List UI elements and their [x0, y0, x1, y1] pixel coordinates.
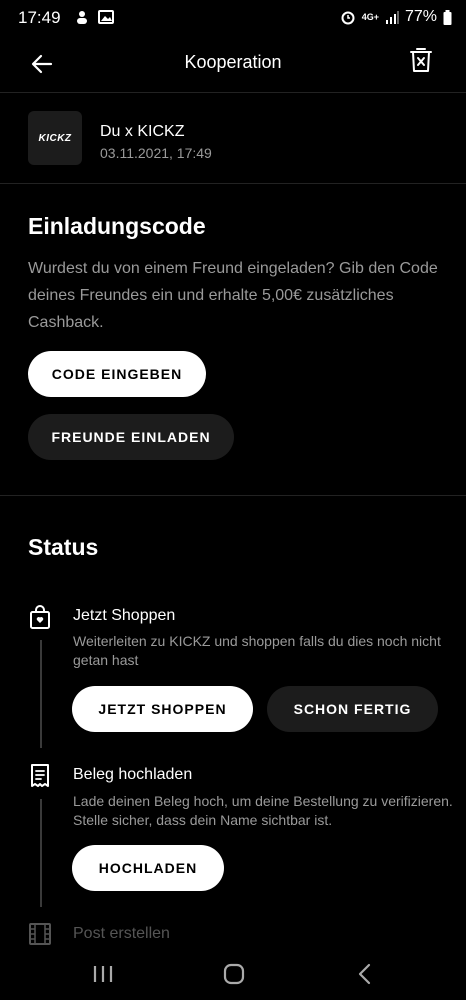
battery-icon	[443, 9, 452, 25]
shop-now-button[interactable]: JETZT SHOPPEN	[72, 686, 253, 732]
enter-code-button[interactable]: CODE EINGEBEN	[28, 351, 206, 397]
step-description: Weiterleiten zu KICKZ und shoppen falls …	[73, 633, 441, 668]
step-title: Jetzt Shoppen	[73, 607, 176, 624]
status-bar: 17:49 4G+ 77%	[0, 0, 466, 36]
partner-logo: KICKZ	[28, 111, 82, 165]
back-icon	[350, 962, 380, 986]
invite-title: Einladungscode	[28, 213, 206, 239]
invite-description: Wurdest du von einem Freund eingeladen? …	[28, 260, 438, 331]
status-title: Status	[28, 534, 99, 560]
nav-back-button[interactable]	[350, 962, 380, 986]
shopping-bag-icon	[29, 604, 51, 630]
page-title: Kooperation	[184, 52, 282, 72]
partner-name: Du x KICKZ	[100, 123, 185, 140]
network-label: 4G+	[361, 12, 379, 22]
alarm-icon	[340, 9, 356, 25]
home-button[interactable]	[219, 962, 249, 986]
already-done-button[interactable]: SCHON FERTIG	[267, 686, 438, 732]
step-connector	[40, 640, 42, 748]
partner-row: KICKZ Du x KICKZ 03.11.2021, 17:49	[0, 93, 466, 184]
receipt-icon	[29, 763, 51, 789]
status-time: 17:49	[18, 8, 61, 27]
step-title: Post erstellen	[73, 925, 170, 942]
step-title: Beleg hochladen	[73, 766, 193, 783]
recent-apps-icon	[88, 962, 118, 986]
image-icon	[98, 9, 114, 25]
partner-date: 03.11.2021, 17:49	[100, 145, 212, 161]
invite-friends-button[interactable]: FREUNDE EINLADEN	[28, 414, 234, 460]
home-icon	[219, 962, 249, 986]
step-description: Lade deinen Beleg hoch, um deine Bestell…	[73, 793, 453, 828]
signal-icon	[385, 10, 399, 24]
film-icon	[29, 923, 51, 949]
upload-button[interactable]: HOCHLADEN	[72, 845, 224, 891]
top-bar: Kooperation	[0, 36, 466, 93]
battery-percent: 77%	[404, 8, 437, 25]
system-nav-bar	[0, 950, 466, 1000]
notification-icon	[74, 9, 90, 25]
delete-button[interactable]	[408, 46, 436, 76]
step-connector	[40, 799, 42, 907]
invite-section: Einladungscode Wurdest du von einem Freu…	[0, 184, 466, 496]
status-section: Status Jetzt Shoppen Weiterleiten zu KIC…	[0, 496, 466, 950]
recent-apps-button[interactable]	[88, 962, 118, 986]
trash-icon	[408, 46, 436, 74]
